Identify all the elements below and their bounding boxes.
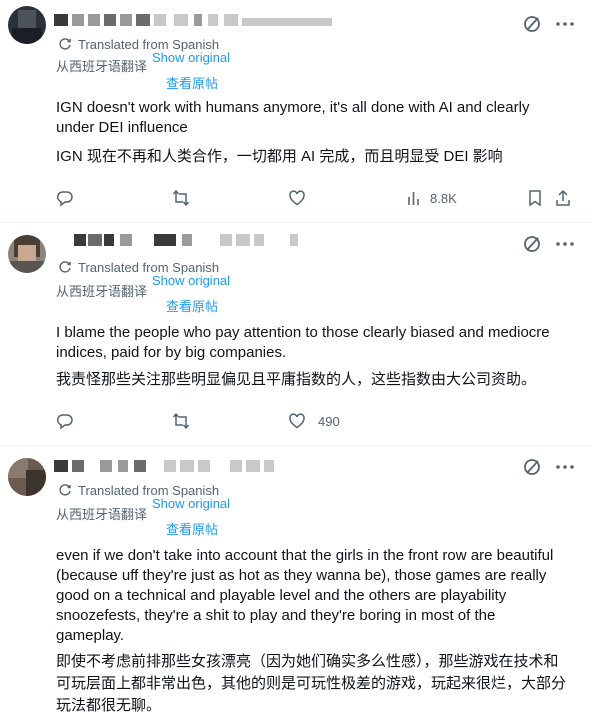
show-original-link-zh[interactable]: 查看原帖 (166, 73, 218, 92)
reply-icon (56, 414, 73, 430)
show-original-link-zh[interactable]: 查看原帖 (166, 296, 218, 315)
translated-label-zh: 从西班牙语翻译 (56, 284, 148, 299)
tweet-text-zh: 我责怪那些关注那些明显偏见且平庸指数的人，这些指数由大公司资助。 (56, 369, 576, 391)
tweet-text-line: even if we don't take into account that … (56, 547, 554, 564)
translated-label-zh: 从西班牙语翻译 (56, 59, 148, 74)
tweet-text-zh: 即使不考虑前排那些女孩漂亮（因为她们确实多么性感），那些游戏在技术和 可玩层面上… (56, 651, 576, 717)
reply-icon (56, 191, 73, 207)
views-button[interactable]: 8.8K (406, 188, 457, 208)
author-name-redacted[interactable] (54, 234, 314, 250)
tweet-text-line: under DEI influence (56, 119, 188, 136)
author-name-redacted[interactable] (54, 460, 304, 476)
reply-button[interactable] (56, 411, 74, 431)
tweet-text-zh-line: 可玩层面上都非常出色，其他的则是可玩性极差的游戏，玩起来很烂，大部分 (56, 675, 567, 692)
like-icon (289, 190, 305, 206)
show-original-link[interactable]: Show original (152, 496, 230, 511)
like-icon (289, 413, 305, 429)
grok-icon[interactable] (522, 457, 542, 477)
avatar[interactable] (8, 235, 46, 273)
retweet-button[interactable] (172, 411, 190, 431)
tweet-text-zh-line: 我责怪那些关注那些明显偏见且平庸指数的人，这些指数由大公司资助。 (56, 371, 537, 388)
bookmark-button[interactable] (526, 188, 544, 208)
retweet-button[interactable] (172, 188, 190, 208)
translate-icon (59, 261, 71, 273)
tweet-text-line: gameplay. (56, 627, 125, 644)
tweet-text: I blame the people who pay attention to … (56, 323, 576, 363)
tweet-text-zh: IGN 现在不再和人类合作，一切都用 AI 完成，而且明显受 DEI 影响 (56, 146, 576, 168)
more-options-icon[interactable] (554, 234, 576, 254)
like-count: 490 (318, 413, 340, 429)
grok-icon[interactable] (522, 14, 542, 34)
reply-button[interactable] (56, 188, 74, 208)
tweet-1[interactable]: Translated from Spanish 从西班牙语翻译 Show ori… (0, 0, 592, 222)
views-icon (408, 192, 419, 205)
retweet-icon (172, 412, 190, 430)
tweet-text-line: I blame the people who pay attention to … (56, 324, 550, 341)
like-button[interactable]: 490 (288, 411, 340, 431)
views-count: 8.8K (430, 190, 457, 206)
tweet-text-line: indices, paid for by big companies. (56, 344, 287, 361)
show-original-link[interactable]: Show original (152, 273, 230, 288)
share-icon (556, 189, 570, 206)
bookmark-icon (529, 190, 541, 207)
tweet-text-line: IGN doesn't work with humans anymore, it… (56, 99, 530, 116)
translated-label-zh: 从西班牙语翻译 (56, 507, 148, 522)
show-original-link[interactable]: Show original (152, 50, 230, 65)
retweet-icon (172, 189, 190, 207)
tweet-text: IGN doesn't work with humans anymore, it… (56, 98, 576, 138)
translate-icon (59, 484, 71, 496)
more-options-icon[interactable] (554, 457, 576, 477)
tweet-actions: 490 (54, 411, 582, 431)
tweet-text: even if we don't take into account that … (56, 546, 576, 646)
tweet-text-line: (because uff they're just as hot as they… (56, 567, 547, 584)
tweet-text-zh-line: 即使不考虑前排那些女孩漂亮（因为她们确实多么性感），那些游戏在技术和 (56, 653, 559, 670)
share-button[interactable] (554, 188, 572, 208)
tweet-2[interactable]: Translated from Spanish 从西班牙语翻译 Show ori… (0, 223, 592, 445)
avatar[interactable] (8, 6, 46, 44)
translate-icon (59, 38, 71, 50)
tweet-actions: 8.8K (54, 188, 582, 208)
tweet-3[interactable]: Translated from Spanish 从西班牙语翻译 Show ori… (0, 446, 592, 718)
more-options-icon[interactable] (554, 14, 576, 34)
grok-icon[interactable] (522, 234, 542, 254)
avatar[interactable] (8, 458, 46, 496)
tweet-text-line: snoozefests, they're a shit to play and … (56, 607, 496, 624)
show-original-link-zh[interactable]: 查看原帖 (166, 519, 218, 538)
tweet-text-zh-line: 玩法都很无聊。 (56, 697, 162, 714)
tweet-text-zh-line: IGN 现在不再和人类合作，一切都用 AI 完成，而且明显受 DEI 影响 (56, 148, 503, 165)
author-name-redacted[interactable] (54, 14, 344, 30)
tweet-text-line: good on a technical and playable level a… (56, 587, 507, 604)
like-button[interactable] (288, 188, 306, 208)
